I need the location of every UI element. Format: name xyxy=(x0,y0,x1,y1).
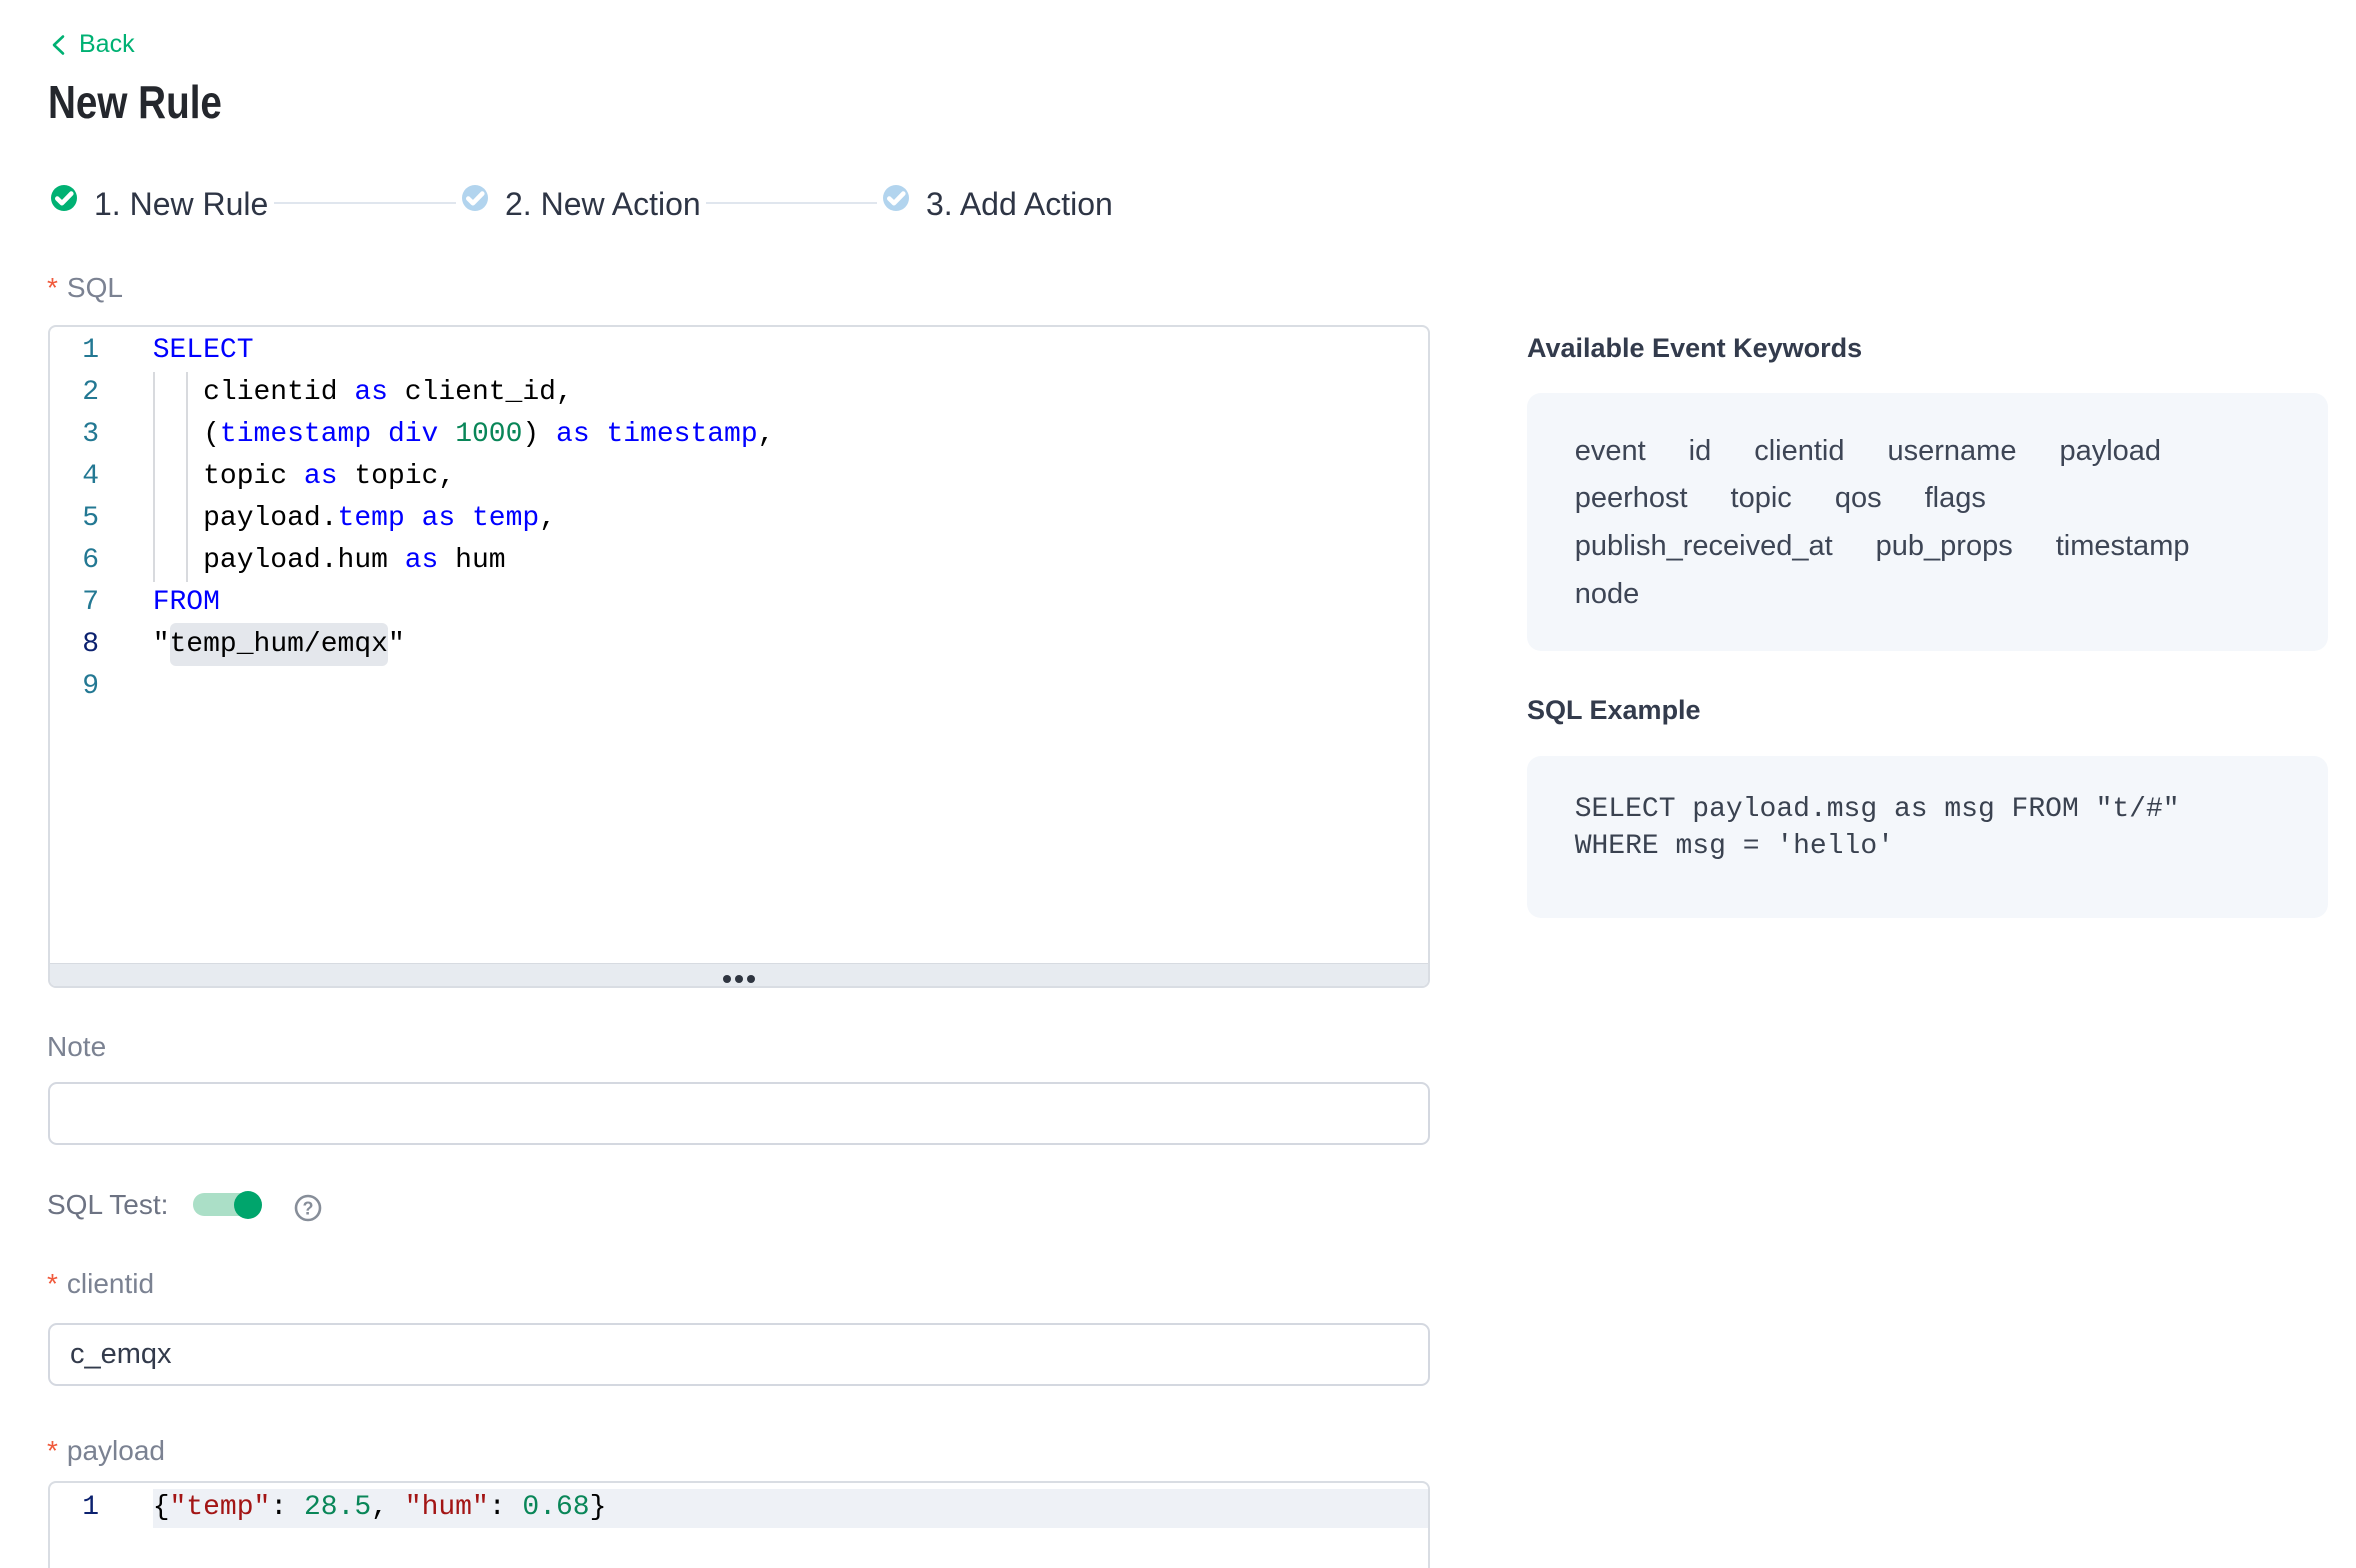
svg-text:?: ? xyxy=(303,1198,314,1218)
